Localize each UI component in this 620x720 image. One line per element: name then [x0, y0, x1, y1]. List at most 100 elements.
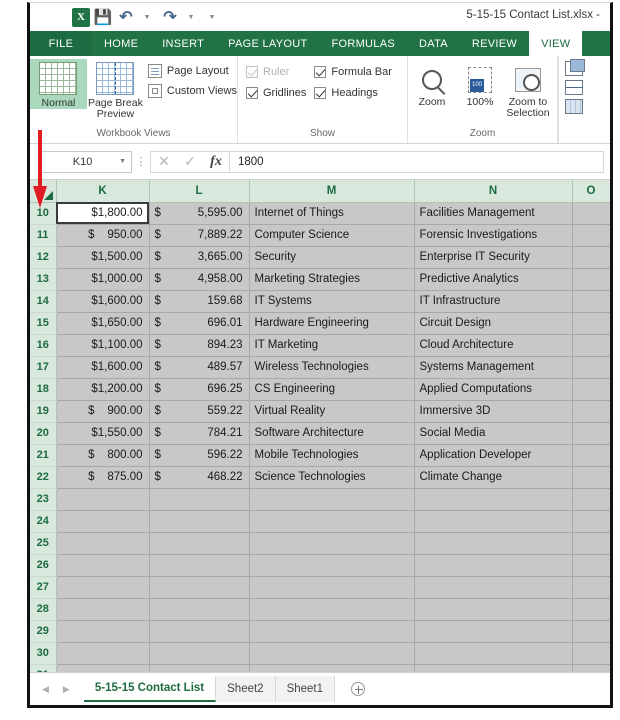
cell-K21[interactable]: $ 800.00 — [56, 444, 150, 467]
page-layout-button[interactable]: Page Layout — [147, 64, 237, 78]
cell-L30[interactable] — [149, 642, 250, 665]
cell-M13[interactable]: Marketing Strategies — [249, 268, 415, 291]
cell-M28[interactable] — [249, 598, 415, 621]
arrange-windows-icon[interactable] — [564, 59, 585, 76]
cell-O10[interactable] — [572, 202, 610, 225]
cell-O19[interactable] — [572, 400, 610, 423]
row-header-29[interactable]: 29 — [30, 620, 57, 643]
cell-N28[interactable] — [414, 598, 573, 621]
name-box[interactable]: K10 ▼ — [40, 150, 132, 173]
cell-M23[interactable] — [249, 488, 415, 511]
cell-K18[interactable]: $1,200.00 — [56, 378, 150, 401]
cell-L22[interactable]: $468.22 — [149, 466, 250, 489]
chevron-right-icon[interactable]: ▶ — [63, 684, 70, 695]
cell-M15[interactable]: Hardware Engineering — [249, 312, 415, 335]
cell-N20[interactable]: Social Media — [414, 422, 573, 445]
row-header-30[interactable]: 30 — [30, 642, 57, 665]
check-icon[interactable]: ✓ — [177, 153, 203, 170]
cell-N21[interactable]: Application Developer — [414, 444, 573, 467]
cell-M22[interactable]: Science Technologies — [249, 466, 415, 489]
cell-M10[interactable]: Internet of Things — [249, 202, 415, 225]
tab-home[interactable]: HOME — [92, 31, 150, 56]
sheet-tab-sheet1[interactable]: Sheet1 — [275, 676, 336, 702]
row-header-16[interactable]: 16 — [30, 334, 57, 357]
row-header-15[interactable]: 15 — [30, 312, 57, 335]
cell-L27[interactable] — [149, 576, 250, 599]
select-all-corner-button[interactable] — [30, 180, 57, 203]
cell-K24[interactable] — [56, 510, 150, 533]
cell-M18[interactable]: CS Engineering — [249, 378, 415, 401]
gridlines-checkbox-row[interactable]: Gridlines — [246, 87, 306, 99]
chevron-left-icon[interactable]: ◀ — [42, 684, 49, 695]
cell-K29[interactable] — [56, 620, 150, 643]
cell-N10[interactable]: Facilities Management — [414, 202, 573, 225]
cell-N18[interactable]: Applied Computations — [414, 378, 573, 401]
cell-N15[interactable]: Circuit Design — [414, 312, 573, 335]
freeze-panes-icon[interactable] — [564, 99, 583, 114]
custom-views-button[interactable]: Custom Views — [147, 84, 237, 98]
cell-L12[interactable]: $3,665.00 — [149, 246, 250, 269]
cell-M19[interactable]: Virtual Reality — [249, 400, 415, 423]
cell-K20[interactable]: $1,550.00 — [56, 422, 150, 445]
cell-O21[interactable] — [572, 444, 610, 467]
row-header-20[interactable]: 20 — [30, 422, 57, 445]
cell-O26[interactable] — [572, 554, 610, 577]
cell-L26[interactable] — [149, 554, 250, 577]
cell-N19[interactable]: Immersive 3D — [414, 400, 573, 423]
headings-checkbox-row[interactable]: Headings — [314, 87, 392, 99]
cell-K19[interactable]: $ 900.00 — [56, 400, 150, 423]
cell-O27[interactable] — [572, 576, 610, 599]
cell-M11[interactable]: Computer Science — [249, 224, 415, 247]
column-header-m[interactable]: M — [249, 180, 415, 203]
cell-N27[interactable] — [414, 576, 573, 599]
cell-L24[interactable] — [149, 510, 250, 533]
row-header-11[interactable]: 11 — [30, 224, 57, 247]
cell-M20[interactable]: Software Architecture — [249, 422, 415, 445]
formula-bar-checkbox-row[interactable]: Formula Bar — [314, 66, 392, 78]
zoom-to-selection-button[interactable]: Zoom to Selection — [504, 59, 552, 119]
cell-M25[interactable] — [249, 532, 415, 555]
cell-N11[interactable]: Forensic Investigations — [414, 224, 573, 247]
headings-checkbox[interactable] — [314, 87, 327, 99]
cell-O29[interactable] — [572, 620, 610, 643]
cell-L15[interactable]: $696.01 — [149, 312, 250, 335]
sheet-tab-contact-list[interactable]: 5-15-15 Contact List — [83, 676, 217, 702]
cell-N22[interactable]: Climate Change — [414, 466, 573, 489]
cell-O22[interactable] — [572, 466, 610, 489]
row-header-28[interactable]: 28 — [30, 598, 57, 621]
cell-K13[interactable]: $1,000.00 — [56, 268, 150, 291]
tab-file[interactable]: FILE — [30, 31, 92, 56]
row-header-24[interactable]: 24 — [30, 510, 57, 533]
row-header-14[interactable]: 14 — [30, 290, 57, 313]
cell-O11[interactable] — [572, 224, 610, 247]
redo-dropdown-icon[interactable]: ▼ — [181, 7, 201, 27]
cell-O13[interactable] — [572, 268, 610, 291]
column-header-k[interactable]: K — [56, 180, 150, 203]
row-header-17[interactable]: 17 — [30, 356, 57, 379]
row-header-25[interactable]: 25 — [30, 532, 57, 555]
row-header-27[interactable]: 27 — [30, 576, 57, 599]
split-window-icon[interactable] — [564, 80, 583, 95]
cell-N12[interactable]: Enterprise IT Security — [414, 246, 573, 269]
fx-icon[interactable]: fx — [203, 154, 229, 170]
cell-K23[interactable] — [56, 488, 150, 511]
cell-L19[interactable]: $559.22 — [149, 400, 250, 423]
undo-arrow-icon[interactable]: ↶ — [116, 7, 136, 27]
cell-K16[interactable]: $1,100.00 — [56, 334, 150, 357]
cell-M29[interactable] — [249, 620, 415, 643]
cell-K26[interactable] — [56, 554, 150, 577]
cell-K30[interactable] — [56, 642, 150, 665]
cell-M12[interactable]: Security — [249, 246, 415, 269]
redo-arrow-icon[interactable]: ↷ — [160, 7, 180, 27]
cell-L20[interactable]: $784.21 — [149, 422, 250, 445]
cell-K12[interactable]: $1,500.00 — [56, 246, 150, 269]
cell-N29[interactable] — [414, 620, 573, 643]
cell-O20[interactable] — [572, 422, 610, 445]
gridlines-checkbox[interactable] — [246, 87, 258, 99]
cell-M24[interactable] — [249, 510, 415, 533]
formula-bar-checkbox[interactable] — [314, 66, 327, 78]
cell-O28[interactable] — [572, 598, 610, 621]
row-header-23[interactable]: 23 — [30, 488, 57, 511]
cell-N25[interactable] — [414, 532, 573, 555]
cell-L13[interactable]: $4,958.00 — [149, 268, 250, 291]
